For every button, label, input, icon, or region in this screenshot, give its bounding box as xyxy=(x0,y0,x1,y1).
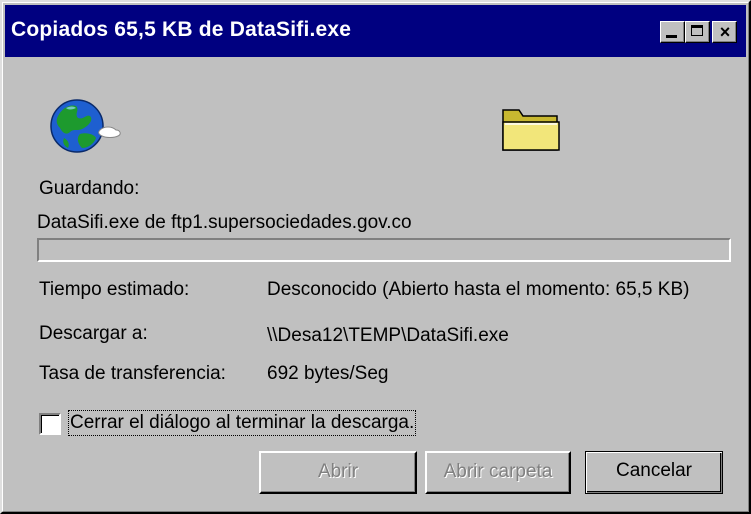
window-title: Copiados 65,5 KB de DataSifi.exe xyxy=(11,18,352,41)
cancel-button[interactable]: Cancelar xyxy=(585,451,723,494)
maximize-button[interactable] xyxy=(685,21,710,43)
download-progress-bar xyxy=(37,238,731,262)
title-bar[interactable]: Copiados 65,5 KB de DataSifi.exe × xyxy=(5,5,746,57)
source-text: DataSifi.exe de ftp1.supersociedades.gov… xyxy=(37,212,412,233)
transfer-rate-label: Tasa de transferencia: xyxy=(39,363,226,384)
close-button[interactable]: × xyxy=(712,21,737,43)
globe-icon xyxy=(50,99,121,153)
open-folder-button[interactable]: Abrir carpeta xyxy=(425,451,571,494)
minimize-button[interactable] xyxy=(660,21,685,43)
minimize-icon xyxy=(666,35,677,38)
folder-icon xyxy=(502,109,560,151)
open-button[interactable]: Abrir xyxy=(259,451,417,494)
transfer-rate-value: 692 bytes/Seg xyxy=(267,363,389,384)
close-icon: × xyxy=(719,22,731,42)
download-to-value: \\Desa12\TEMP\DataSifi.exe xyxy=(267,325,509,346)
download-to-label: Descargar a: xyxy=(39,323,148,344)
maximize-icon xyxy=(691,25,703,36)
close-on-finish-label[interactable]: Cerrar el diálogo al terminar la descarg… xyxy=(67,410,417,436)
download-dialog: Copiados 65,5 KB de DataSifi.exe × Guard… xyxy=(0,0,751,514)
saving-label: Guardando: xyxy=(39,178,140,199)
estimated-time-label: Tiempo estimado: xyxy=(39,279,190,300)
close-on-finish-checkbox[interactable] xyxy=(39,413,61,435)
estimated-time-value: Desconocido (Abierto hasta el momento: 6… xyxy=(267,279,690,300)
